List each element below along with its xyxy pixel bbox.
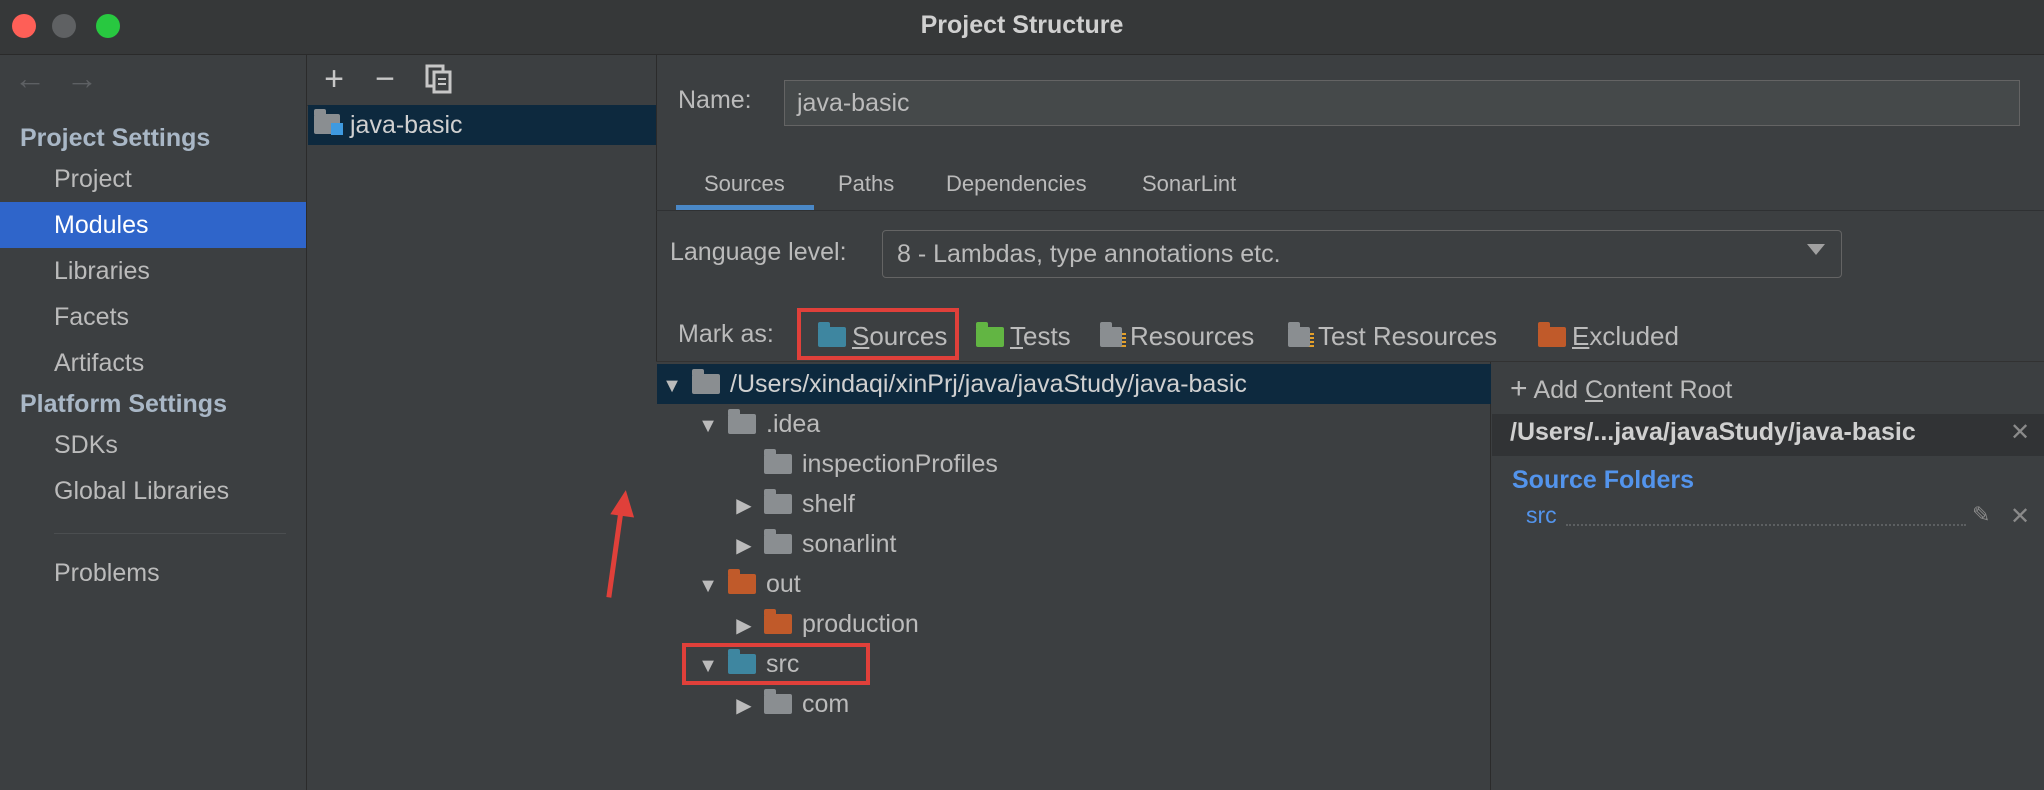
edit-icon[interactable]: ✎ — [1972, 502, 1990, 528]
platform-settings-heading: Platform Settings — [20, 390, 227, 418]
sources-folder-icon — [818, 322, 846, 347]
sidebar-item-facets[interactable]: Facets — [0, 294, 306, 340]
remove-module-button[interactable]: − — [366, 60, 404, 98]
mark-as-label: Mark as: — [678, 320, 774, 348]
tree-node-shelf[interactable]: ▶ shelf — [730, 484, 855, 524]
modules-toolbar — [307, 55, 656, 106]
test-resources-folder-icon — [1288, 322, 1310, 347]
name-label: Name: — [678, 86, 752, 114]
content-root-path: /Users/...java/javaStudy/java-basic — [1510, 418, 1916, 446]
language-level-select[interactable]: 8 - Lambdas, type annotations etc. — [882, 230, 1842, 278]
expanded-arrow-icon[interactable]: ▼ — [694, 406, 722, 446]
sidebar-item-sdks[interactable]: SDKs — [0, 422, 306, 468]
module-name-field[interactable]: java-basic — [784, 80, 2020, 126]
dotted-leader — [1566, 524, 1966, 526]
tree-node-root[interactable]: ▼/Users/xindaqi/xinPrj/java/javaStudy/ja… — [658, 364, 1247, 404]
sidebar-item-global-libraries[interactable]: Global Libraries — [0, 468, 306, 514]
collapsed-arrow-icon[interactable]: ▶ — [730, 526, 758, 566]
excluded-folder-icon — [1538, 322, 1566, 347]
sidebar-item-libraries[interactable]: Libraries — [0, 248, 306, 294]
excluded-folder-icon — [764, 609, 792, 634]
window-title: Project Structure — [920, 11, 1124, 39]
module-label: java-basic — [350, 111, 463, 139]
folder-icon — [764, 529, 792, 554]
folder-icon — [764, 449, 792, 474]
mark-as-tests-button[interactable]: Tests — [976, 318, 1071, 354]
source-folders-heading: Source Folders — [1512, 466, 1694, 494]
sidebar-item-modules[interactable]: Modules — [0, 202, 306, 248]
tabs-divider — [656, 210, 2044, 211]
sidebar-item-project[interactable]: Project — [0, 156, 306, 202]
arrow-right-icon[interactable]: → — [66, 60, 98, 97]
sidebar-item-artifacts[interactable]: Artifacts — [0, 340, 306, 386]
add-module-button[interactable]: + — [315, 60, 353, 98]
chevron-down-icon — [1807, 244, 1825, 255]
mark-as-sources-button[interactable]: Sources — [818, 318, 947, 354]
tree-node-inspection-profiles[interactable]: inspectionProfiles — [730, 444, 998, 484]
close-icon[interactable]: ✕ — [2010, 502, 2030, 531]
collapsed-arrow-icon[interactable]: ▶ — [730, 486, 758, 526]
package-icon — [764, 689, 792, 714]
resources-folder-icon — [1100, 322, 1122, 347]
tab-sonarlint[interactable]: SonarLint — [1142, 158, 1236, 208]
tab-sources[interactable]: Sources — [704, 158, 785, 208]
tree-node-idea[interactable]: ▼ .idea — [694, 404, 820, 444]
mark-as-resources-button[interactable]: Resources — [1100, 318, 1254, 354]
tree-node-src[interactable]: ▼ src — [694, 644, 799, 684]
project-settings-heading: Project Settings — [20, 124, 211, 152]
modules-list-panel — [307, 55, 657, 790]
excluded-folder-icon — [728, 569, 756, 594]
tab-dependencies[interactable]: Dependencies — [946, 158, 1087, 208]
tree-node-sonarlint[interactable]: ▶ sonarlint — [730, 524, 897, 564]
mark-as-test-resources-button[interactable]: Test Resources — [1288, 318, 1497, 354]
collapsed-arrow-icon[interactable]: ▶ — [730, 606, 758, 646]
tree-node-production[interactable]: ▶ production — [730, 604, 919, 644]
sources-folder-icon — [728, 649, 756, 674]
expanded-arrow-icon[interactable]: ▼ — [658, 366, 686, 406]
tree-node-out[interactable]: ▼ out — [694, 564, 801, 604]
folder-icon — [728, 409, 756, 434]
add-content-root-button[interactable]: + Add Content Root — [1510, 372, 1732, 406]
tree-node-com[interactable]: ▶ com — [730, 684, 849, 724]
expanded-arrow-icon[interactable]: ▼ — [694, 646, 722, 686]
sidebar-divider — [54, 533, 286, 534]
close-icon[interactable]: ✕ — [2010, 418, 2030, 447]
sidebar-item-problems[interactable]: Problems — [0, 550, 306, 596]
arrow-left-icon[interactable]: ← — [14, 60, 46, 97]
collapsed-arrow-icon[interactable]: ▶ — [730, 686, 758, 726]
mark-as-excluded-button[interactable]: Excluded — [1538, 318, 1679, 354]
copy-icon[interactable] — [420, 60, 458, 98]
module-folder-icon — [314, 109, 346, 137]
plus-icon: + — [1510, 372, 1528, 405]
tab-paths[interactable]: Paths — [838, 158, 894, 208]
tests-folder-icon — [976, 322, 1004, 347]
expanded-arrow-icon[interactable]: ▼ — [694, 566, 722, 606]
language-level-label: Language level: — [670, 238, 847, 266]
folder-icon — [692, 369, 720, 394]
folder-icon — [764, 489, 792, 514]
source-folder-item[interactable]: src — [1526, 502, 1557, 529]
